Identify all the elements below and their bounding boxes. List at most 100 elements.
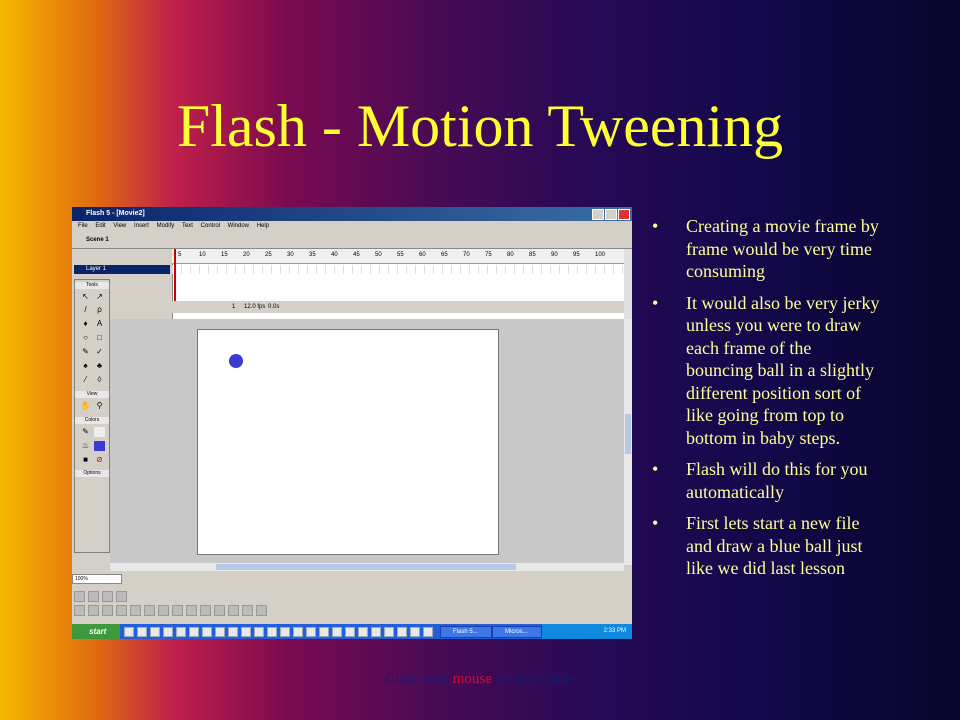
forward-icon <box>116 591 127 602</box>
menu-window: Window <box>227 223 250 229</box>
ruler-tick: 75 <box>485 252 492 258</box>
ruler-tick: 60 <box>419 252 426 258</box>
lasso-tool-icon: ρ <box>97 305 102 314</box>
arrow-tool-icon: ↖ <box>82 292 89 301</box>
brush-tool-icon: ✓ <box>96 347 103 356</box>
bullet-item: First lets start a new file and draw a b… <box>648 512 880 580</box>
stage-vertical-scrollbar <box>624 319 632 565</box>
quick-launch-icon <box>137 627 147 637</box>
pencil-tool-icon: ✎ <box>82 347 89 356</box>
ruler-tick: 40 <box>331 252 338 258</box>
ruler-tick: 55 <box>397 252 404 258</box>
bullet-item: It would also be very jerky unless you w… <box>648 292 880 450</box>
menu-bar: File Edit View Insert Modify Text Contro… <box>72 221 632 233</box>
window-titlebar: Flash 5 - [Movie2] <box>72 207 632 221</box>
save-icon <box>102 605 113 616</box>
scene-bar: Scene 1 <box>72 234 632 249</box>
timeline-status: 1 12.0 fps 0.0s <box>172 301 624 313</box>
pen-tool-icon: ♦ <box>83 319 88 328</box>
ruler-tick: 70 <box>463 252 470 258</box>
quick-launch-icon <box>254 627 264 637</box>
smooth-icon <box>214 605 225 616</box>
cut-icon <box>130 605 141 616</box>
quick-launch-icon <box>202 627 212 637</box>
menu-insert: Insert <box>133 223 149 229</box>
ruler-tick: 45 <box>353 252 360 258</box>
bullet-list: Creating a movie frame by frame would be… <box>648 215 880 589</box>
footer-hint: Click your mouse for next slide <box>0 671 960 688</box>
zoom-tool-icon: ⚲ <box>96 401 103 410</box>
elapsed-time: 0.0s <box>268 304 280 310</box>
flash-screenshot: Flash 5 - [Movie2] File Edit View Insert… <box>72 207 632 639</box>
ruler-tick: 80 <box>507 252 514 258</box>
scene-label: Scene 1 <box>86 237 109 243</box>
toolbox: Tools ↖ ↗ / ρ ♦ A ○ □ ✎ ✓ ♠ ♣ ⁄ ◊ View ✋… <box>74 279 110 553</box>
bullet-item: Creating a movie frame by frame would be… <box>648 215 880 283</box>
quick-launch-icon <box>332 627 342 637</box>
quick-launch-icon <box>267 627 277 637</box>
toolbox-view-header: View <box>75 391 109 398</box>
fill-color-icon: ♨ <box>81 441 90 450</box>
eyedropper-icon: ⁄ <box>84 375 87 384</box>
frame-ruler: 5 10 15 20 25 30 35 40 45 50 55 60 65 70… <box>172 249 624 264</box>
ruler-tick: 35 <box>309 252 316 258</box>
footer-post: for next slide <box>491 671 575 687</box>
menu-modify: Modify <box>156 223 175 229</box>
stop-icon <box>74 591 85 602</box>
quick-launch-icon <box>228 627 238 637</box>
new-file-icon <box>74 605 85 616</box>
undo-icon <box>172 605 183 616</box>
quick-launch-icon <box>150 627 160 637</box>
timeline-scrollbar <box>624 249 632 319</box>
ruler-tick: 85 <box>529 252 536 258</box>
quick-launch-icon <box>410 627 420 637</box>
ruler-tick: 10 <box>199 252 206 258</box>
footer-pre: Click your <box>385 671 453 687</box>
no-color-icon: ⊘ <box>96 455 103 464</box>
close-icon <box>618 209 630 220</box>
toolbox-options-header: Options <box>75 470 109 477</box>
ruler-tick: 90 <box>551 252 558 258</box>
quick-launch-icon <box>124 627 134 637</box>
quick-launch-icon <box>423 627 433 637</box>
quick-launch-icon <box>384 627 394 637</box>
menu-help: Help <box>256 223 270 229</box>
quick-launch-icon <box>163 627 173 637</box>
line-tool-icon: / <box>84 305 87 314</box>
minimize-icon <box>592 209 604 220</box>
scroll-thumb <box>625 414 631 454</box>
quick-launch-icon <box>371 627 381 637</box>
ruler-tick: 50 <box>375 252 382 258</box>
ruler-tick: 25 <box>265 252 272 258</box>
menu-control: Control <box>200 223 220 229</box>
frame-rate: 12.0 fps <box>244 304 266 310</box>
rotate-icon <box>242 605 253 616</box>
paste-icon <box>158 605 169 616</box>
scroll-thumb <box>216 564 516 570</box>
hand-tool-icon: ✋ <box>80 401 91 410</box>
layer-name: Layer 1 <box>86 266 107 272</box>
quick-launch <box>124 627 436 639</box>
quick-launch-icon <box>397 627 407 637</box>
frame-cells <box>172 265 624 274</box>
task-microsoft-label: Micros... <box>505 629 528 635</box>
timeline: Layer 1 5 10 15 20 25 30 35 40 45 50 55 … <box>72 249 632 319</box>
quick-launch-icon <box>345 627 355 637</box>
quick-launch-icon <box>176 627 186 637</box>
task-microsoft: Micros... <box>492 626 542 638</box>
ruler-tick: 15 <box>221 252 228 258</box>
clock: 2:33 PM <box>603 628 626 634</box>
mouse-word: mouse <box>452 671 492 687</box>
eraser-icon: ◊ <box>97 375 102 384</box>
swap-colors-icon: ■ <box>83 455 88 464</box>
quick-launch-icon <box>293 627 303 637</box>
zoom-value: 100% <box>75 576 88 582</box>
blue-ball <box>229 354 243 368</box>
menu-file: File <box>78 223 88 229</box>
ruler-tick: 65 <box>441 252 448 258</box>
stage-area <box>110 319 624 565</box>
window-title: Flash 5 - [Movie2] <box>86 210 145 217</box>
maximize-icon <box>605 209 617 220</box>
rectangle-tool-icon: □ <box>97 333 102 342</box>
straighten-icon <box>228 605 239 616</box>
